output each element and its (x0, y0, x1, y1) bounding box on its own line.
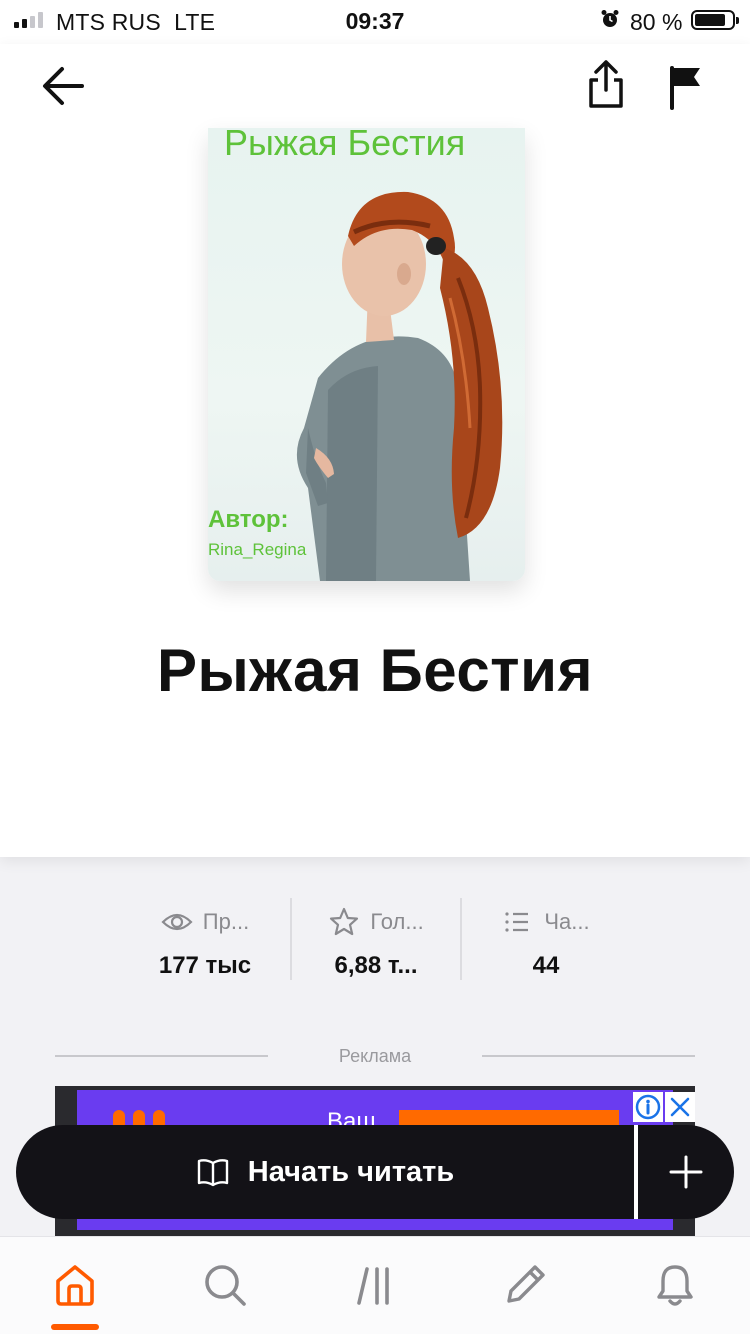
stat-parts: Ча... 44 (460, 898, 630, 980)
flag-icon[interactable] (664, 62, 706, 110)
arrow-left-icon[interactable] (38, 62, 90, 110)
plus-icon (669, 1155, 703, 1189)
start-reading-label: Начать читать (247, 1155, 455, 1188)
pencil-icon (507, 1265, 545, 1303)
book-title: Рыжая Бестия (157, 637, 593, 704)
stat-views-label: Пр... (202, 909, 250, 934)
book-cover[interactable]: Рыжая Бестия Автор: Rina_Regina (208, 128, 525, 581)
active-tab-indicator (51, 1324, 99, 1330)
alarm-icon (601, 10, 619, 27)
share-icon[interactable] (584, 58, 628, 110)
list-icon (505, 912, 529, 932)
tab-search[interactable] (150, 1237, 300, 1334)
star-icon (330, 907, 359, 936)
divider (482, 1055, 695, 1057)
ad-label-row: Реклама (55, 1044, 695, 1068)
bottom-tab-bar (0, 1236, 750, 1334)
stat-votes-value: 6,88 т... (334, 952, 418, 979)
info-icon[interactable] (633, 1092, 663, 1122)
tab-write[interactable] (450, 1237, 600, 1334)
cover-author-label: Автор: (208, 506, 289, 533)
battery-icon (691, 10, 739, 30)
library-icon (357, 1267, 389, 1305)
home-icon (56, 1265, 94, 1306)
stat-parts-value: 44 (532, 952, 560, 979)
stat-votes-label: Гол... (370, 909, 424, 934)
eye-icon (161, 913, 193, 931)
open-book-icon (197, 1159, 228, 1187)
stat-views: Пр... 177 тыс (120, 898, 290, 980)
book-stats: Пр... 177 тыс Гол... 6,88 т... Ча... 44 (120, 898, 630, 980)
tab-notifications[interactable] (600, 1237, 750, 1334)
battery-percent: 80 % (630, 9, 683, 35)
read-action-bar: Начать читать (16, 1125, 734, 1219)
stat-parts-label: Ча... (544, 909, 590, 934)
stat-votes: Гол... 6,88 т... (290, 898, 460, 980)
stat-views-value: 177 тыс (158, 952, 252, 979)
cover-title: Рыжая Бестия (224, 128, 466, 163)
book-header: Рыжая Бестия Автор: Rina_Regina Рыжая Бе… (0, 44, 750, 857)
bell-icon (657, 1265, 693, 1306)
cover-author-name: Rina_Regina (208, 540, 307, 559)
tab-home[interactable] (0, 1237, 150, 1334)
status-bar: MTS RUS LTE 09:37 80 % (0, 0, 750, 44)
close-icon[interactable] (665, 1092, 695, 1122)
tab-library[interactable] (300, 1237, 450, 1334)
search-icon (205, 1265, 246, 1306)
add-to-library-button[interactable] (638, 1125, 734, 1219)
start-reading-button[interactable]: Начать читать (16, 1125, 634, 1219)
